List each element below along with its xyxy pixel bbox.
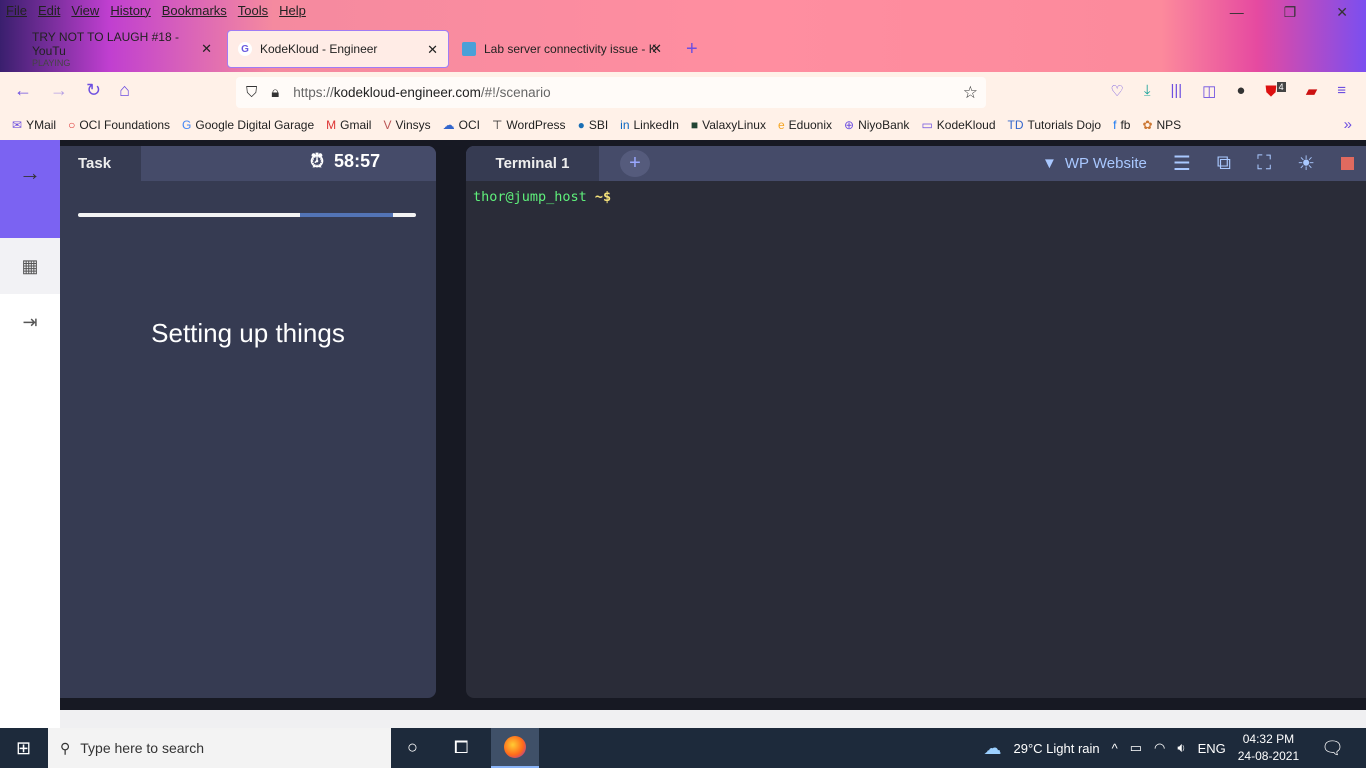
- menu-tools[interactable]: Tools: [238, 3, 268, 18]
- close-tab-icon[interactable]: ✕: [427, 42, 438, 58]
- timer: ⏰︎ 58:57: [310, 151, 381, 171]
- tab-task[interactable]: Task: [60, 146, 141, 181]
- bookmark-item[interactable]: ⊕ NiyoBank: [844, 118, 909, 132]
- magic-wand-icon[interactable]: ▰: [1306, 82, 1318, 100]
- terminal-output[interactable]: thor@jump_host ~$: [473, 189, 611, 205]
- logout-icon[interactable]: ⇥: [0, 294, 60, 350]
- windows-taskbar: ⊞ ⚲ Type here to search ○ ⧠ ☁ 29°C Light…: [0, 728, 1366, 768]
- close-tab-icon[interactable]: ✕: [651, 41, 662, 57]
- more-bookmarks-icon[interactable]: »: [1344, 116, 1352, 133]
- bookmark-item[interactable]: TD Tutorials Dojo: [1008, 118, 1102, 132]
- weather-cloud-icon[interactable]: ☁: [983, 738, 1001, 759]
- bookmark-item[interactable]: G Google Digital Garage: [182, 118, 314, 132]
- library-icon[interactable]: |||: [1170, 82, 1182, 100]
- close-window-icon[interactable]: ✕: [1336, 4, 1348, 21]
- extension-icon[interactable]: ●: [1236, 82, 1245, 100]
- bookmark-item[interactable]: ▭ KodeKloud: [921, 118, 995, 132]
- menu-icon[interactable]: ☰: [1173, 151, 1191, 176]
- clock[interactable]: 04:32 PM 24-08-2021: [1238, 731, 1299, 765]
- address-bar[interactable]: ⛉ 🔒︎ https://kodekloud-engineer.com/#!/s…: [236, 77, 986, 108]
- browser-chrome: File Edit View History Bookmarks Tools H…: [0, 0, 1366, 140]
- bookmark-item[interactable]: ☁ OCI: [443, 118, 480, 132]
- menu-view[interactable]: View: [71, 3, 99, 18]
- minimize-icon[interactable]: —: [1230, 4, 1244, 21]
- bookmark-item[interactable]: e Eduonix: [778, 118, 832, 132]
- shield-icon[interactable]: ⛉: [246, 84, 257, 101]
- bookmark-star-icon[interactable]: ☆: [963, 83, 978, 103]
- chevron-up-icon[interactable]: ^: [1112, 741, 1118, 756]
- ublock-icon[interactable]: ⛊ 4: [1265, 82, 1286, 100]
- pocket-icon[interactable]: ♡: [1110, 82, 1123, 100]
- menu-bookmarks[interactable]: Bookmarks: [162, 3, 227, 18]
- bookmark-item[interactable]: ⊤ WordPress: [492, 118, 566, 132]
- search-icon: ⚲: [60, 739, 71, 756]
- close-tab-icon[interactable]: ✕: [201, 41, 212, 57]
- taskbar-search[interactable]: ⚲ Type here to search: [48, 728, 391, 768]
- menu-edit[interactable]: Edit: [38, 3, 60, 18]
- tab-lab-server[interactable]: Lab server connectivity issue - K ✕: [452, 30, 672, 68]
- bookmark-item[interactable]: f fb: [1113, 118, 1130, 132]
- fullscreen-icon[interactable]: ⛶: [1257, 152, 1271, 175]
- bookmark-item[interactable]: ■ ValaxyLinux: [691, 118, 766, 132]
- sidebar-icon[interactable]: ◫: [1202, 82, 1216, 100]
- dashboard-icon[interactable]: ▦: [0, 238, 60, 294]
- workspace: Task ⏰︎ 58:57 Setting up things Terminal…: [60, 140, 1366, 710]
- alarm-clock-icon: ⏰︎: [310, 151, 325, 171]
- open-external-icon[interactable]: ⧉: [1217, 152, 1231, 175]
- tab-kodekloud[interactable]: G KodeKloud - Engineer ✕: [227, 30, 449, 68]
- bookmark-item[interactable]: ● SBI: [578, 118, 609, 132]
- restore-icon[interactable]: ❐: [1284, 4, 1297, 21]
- task-panel: Task ⏰︎ 58:57 Setting up things: [60, 146, 436, 698]
- notifications-icon[interactable]: 🗨︎: [1321, 738, 1344, 759]
- bookmark-item[interactable]: in LinkedIn: [620, 118, 679, 132]
- bookmark-item[interactable]: V Vinsys: [383, 118, 430, 132]
- bookmark-item[interactable]: ○ OCI Foundations: [68, 118, 170, 132]
- new-tab-button[interactable]: +: [686, 38, 698, 61]
- kodekloud-favicon-icon: G: [238, 42, 252, 56]
- reload-icon[interactable]: ↻: [86, 80, 101, 101]
- stop-icon[interactable]: [1341, 157, 1354, 170]
- wifi-icon[interactable]: ◠: [1154, 740, 1165, 756]
- add-terminal-button[interactable]: +: [620, 150, 650, 177]
- firefox-taskbar-button[interactable]: [491, 728, 539, 768]
- firefox-icon: [504, 736, 526, 758]
- bookmark-item[interactable]: ✉ YMail: [12, 118, 56, 132]
- bookmark-item[interactable]: ✿ NPS: [1142, 118, 1181, 132]
- expand-sidebar-icon[interactable]: →: [0, 140, 60, 238]
- download-icon[interactable]: ⤓: [1144, 82, 1151, 100]
- tab-terminal-1[interactable]: Terminal 1: [466, 146, 599, 181]
- page-favicon-icon: [462, 42, 476, 56]
- wp-website-button[interactable]: ▼ WP Website: [1042, 155, 1147, 172]
- status-message: Setting up things: [151, 318, 345, 348]
- cortana-icon[interactable]: ○: [407, 737, 418, 758]
- volume-icon[interactable]: 🔉︎: [1177, 740, 1185, 756]
- menu-history[interactable]: History: [110, 3, 150, 18]
- lock-icon[interactable]: 🔒︎: [271, 84, 279, 101]
- menu-bar: File Edit View History Bookmarks Tools H…: [6, 3, 306, 18]
- task-view-icon[interactable]: ⧠: [454, 737, 468, 758]
- menu-file[interactable]: File: [6, 3, 27, 18]
- hamburger-menu-icon[interactable]: ≡: [1337, 82, 1346, 100]
- tab-youtube[interactable]: TRY NOT TO LAUGH #18 - YouTu PLAYING ✕: [22, 30, 222, 68]
- loading-bar: [78, 213, 416, 217]
- terminal-panel: Terminal 1 + ▼ WP Website ☰ ⧉ ⛶ ☀ thor@ju…: [466, 146, 1366, 698]
- home-icon[interactable]: ⌂: [119, 80, 130, 101]
- app-sidebar: → ▦ ⇥: [0, 140, 60, 728]
- forward-icon[interactable]: →: [50, 80, 68, 101]
- bookmarks-toolbar: ✉ YMail ○ OCI Foundations G Google Digital …: [12, 118, 1181, 132]
- theme-sun-icon[interactable]: ☀: [1297, 151, 1315, 176]
- bookmark-item[interactable]: M Gmail: [326, 118, 371, 132]
- battery-icon[interactable]: ▭: [1130, 740, 1142, 756]
- menu-help[interactable]: Help: [279, 3, 306, 18]
- windows-start-icon[interactable]: ⊞: [16, 738, 31, 759]
- plug-icon: ▼: [1042, 155, 1057, 172]
- back-icon[interactable]: ←: [14, 80, 32, 101]
